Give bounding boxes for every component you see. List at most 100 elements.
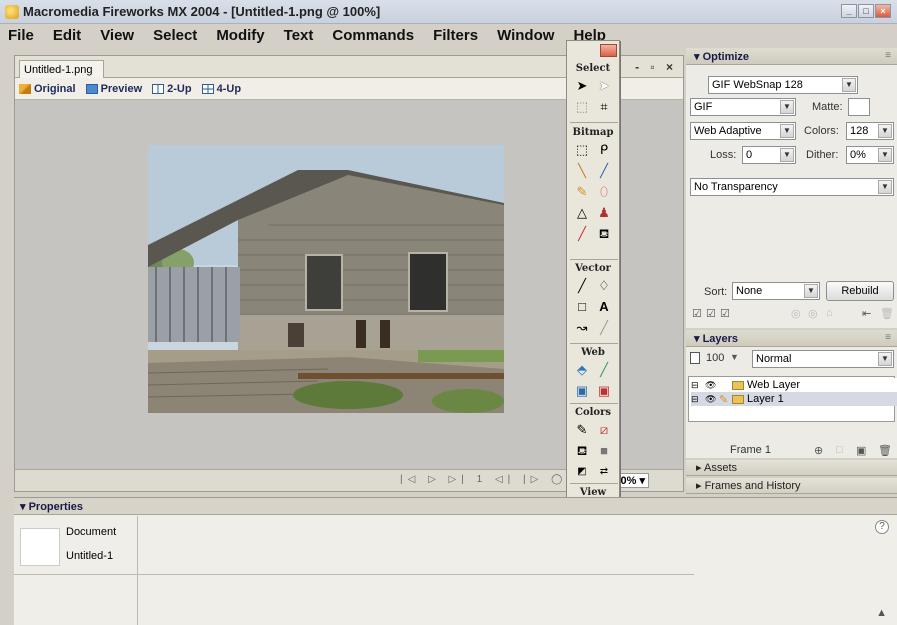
dither-select[interactable]: 0% ▼ xyxy=(846,146,894,164)
properties-panel-title: Properties xyxy=(28,501,83,513)
assets-panel-header[interactable]: ▸ Assets xyxy=(686,460,897,476)
stroke-color-icon[interactable]: ✎ xyxy=(573,421,591,438)
loss-value: 0 xyxy=(746,149,753,161)
menu-view[interactable]: View xyxy=(100,27,134,44)
loss-select[interactable]: 0 ▼ xyxy=(742,146,796,164)
layer-name[interactable]: Web Layer xyxy=(747,379,800,391)
tab-original[interactable]: Original xyxy=(19,83,76,95)
frames-history-panel-header[interactable]: ▸ Frames and History xyxy=(686,478,897,494)
layer-row-web[interactable]: ⊟ 👁︎ Web Layer xyxy=(691,378,897,392)
eyedropper-tool-icon[interactable]: ╱ xyxy=(573,225,591,242)
palette-transparent-icon[interactable]: ☑ xyxy=(720,307,730,320)
swap-colors-icon[interactable]: ⇄ xyxy=(595,463,613,480)
pen-tool-icon[interactable]: ♢ xyxy=(595,277,613,294)
menu-commands[interactable]: Commands xyxy=(332,27,414,44)
sort-select[interactable]: None ▼ xyxy=(732,282,820,300)
eye-icon[interactable]: 👁︎ xyxy=(705,394,719,405)
slice-tool-icon[interactable]: ╱ xyxy=(595,361,613,378)
divider xyxy=(14,574,694,575)
document-tab[interactable]: Untitled-1.png xyxy=(19,60,104,78)
text-tool-icon[interactable]: A xyxy=(595,298,613,315)
optimize-panel-header[interactable]: ▾ Optimize ≡ xyxy=(686,48,897,65)
colors-select[interactable]: 128 ▼ xyxy=(846,122,894,140)
rubber-stamp-tool-icon[interactable]: ♟ xyxy=(595,204,613,221)
frames-history-panel-title: Frames and History xyxy=(704,480,801,492)
menu-edit[interactable]: Edit xyxy=(53,27,81,44)
duplicate-layer-icon[interactable]: ▣ xyxy=(856,444,866,457)
subselection-tool-icon[interactable]: ➤ xyxy=(595,77,613,94)
chevron-down-icon: ▼ xyxy=(878,180,892,194)
tools-panel-close-button[interactable] xyxy=(600,44,617,57)
expand-icon[interactable]: ⊟ xyxy=(691,394,705,405)
pointer-tool-icon[interactable]: ➤ xyxy=(573,77,591,94)
chevron-down-icon: ▼ xyxy=(780,100,794,114)
optimize-preset-select[interactable]: GIF WebSnap 128 ▼ xyxy=(708,76,858,94)
menu-file[interactable]: File xyxy=(8,27,34,44)
brush-tool-icon[interactable]: ╱ xyxy=(595,162,613,179)
eraser-tool-icon[interactable]: ⬯ xyxy=(595,183,613,200)
magic-wand-tool-icon[interactable]: ╲ xyxy=(573,162,591,179)
opacity-dropdown-icon[interactable]: ▼ xyxy=(730,352,739,362)
sort-label: Sort: xyxy=(704,286,728,298)
menu-filters[interactable]: Filters xyxy=(433,27,478,44)
minimize-button[interactable]: _ xyxy=(841,4,857,18)
scale-tool-icon[interactable]: ⬚ xyxy=(573,98,591,115)
expand-panel-icon[interactable]: ▲ xyxy=(876,607,887,619)
new-sublayer-icon[interactable]: ⊕ xyxy=(814,444,823,457)
knife-tool-icon[interactable]: ╱ xyxy=(595,319,613,336)
stroke-swatch-icon[interactable]: ⧄ xyxy=(595,421,613,438)
tab-4up[interactable]: 4-Up xyxy=(201,83,241,95)
help-icon[interactable]: ? xyxy=(875,520,889,534)
menu-window[interactable]: Window xyxy=(497,27,554,44)
crop-tool-icon[interactable]: ⌗ xyxy=(595,98,613,115)
layer-row-layer1[interactable]: ⊟ 👁︎ ✎ Layer 1 xyxy=(691,392,897,406)
eye-icon[interactable]: 👁︎ xyxy=(705,380,719,391)
panel-options-icon[interactable]: ≡ xyxy=(885,50,891,61)
format-select[interactable]: GIF ▼ xyxy=(690,98,796,116)
layers-panel-header[interactable]: ▾ Layers ≡ xyxy=(686,330,897,347)
paint-bucket-tool-icon[interactable]: ⛾ xyxy=(595,225,613,242)
freeform-tool-icon[interactable]: ↝ xyxy=(573,319,591,336)
properties-panel-header[interactable]: ▾ Properties xyxy=(14,498,897,515)
optimize-panel-title: Optimize xyxy=(702,51,750,63)
maximize-button[interactable]: □ xyxy=(858,4,874,18)
line-tool-icon[interactable]: ╱ xyxy=(573,277,591,294)
palette-lock-icon[interactable]: ☑ xyxy=(706,307,716,320)
palette-load-icon[interactable]: ⇤ xyxy=(862,307,871,320)
rebuild-button[interactable]: Rebuild xyxy=(826,281,894,301)
palette-value: Web Adaptive xyxy=(694,125,762,137)
close-button[interactable]: × xyxy=(875,4,891,18)
palette-edit-icon[interactable]: ☑ xyxy=(692,307,702,320)
tab-2up[interactable]: 2-Up xyxy=(152,83,192,95)
tab-preview[interactable]: Preview xyxy=(85,83,142,95)
hotspot-tool-icon[interactable]: ⬘ xyxy=(573,361,591,378)
blend-mode-select[interactable]: Normal ▼ xyxy=(752,350,894,368)
document-window-controls[interactable]: - ▫ × xyxy=(635,60,677,74)
palette-select[interactable]: Web Adaptive ▼ xyxy=(690,122,796,140)
menu-text[interactable]: Text xyxy=(284,27,314,44)
frame-playback-controls[interactable]: |◁ ▷ ▷| 1 ◁| |▷ ◯ xyxy=(400,474,567,485)
transparency-select[interactable]: No Transparency ▼ xyxy=(690,178,894,196)
pencil-tool-icon[interactable]: ✎ xyxy=(573,183,591,200)
panel-options-icon[interactable]: ≡ xyxy=(885,332,891,343)
marquee-tool-icon[interactable]: ⬚ xyxy=(573,141,591,158)
default-colors-icon[interactable]: ◩ xyxy=(573,463,591,480)
canvas-photo[interactable] xyxy=(148,145,504,413)
menu-select[interactable]: Select xyxy=(153,27,197,44)
frame-label[interactable]: Frame 1 xyxy=(730,444,771,456)
layer-name[interactable]: Layer 1 xyxy=(747,393,784,405)
expand-icon[interactable]: ⊟ xyxy=(691,380,705,391)
menu-modify[interactable]: Modify xyxy=(216,27,264,44)
tools-panel[interactable]: Select ➤ ➤ ⬚ ⌗ Bitmap ⬚ ᑭ ╲ ╱ ✎ ⬯ △ ♟ ╱ … xyxy=(566,40,620,548)
lasso-tool-icon[interactable]: ᑭ xyxy=(595,141,613,158)
rectangle-tool-icon[interactable]: □ xyxy=(573,298,591,315)
fill-color-icon[interactable]: ⛾ xyxy=(573,442,591,459)
show-slices-icon[interactable]: ▣ xyxy=(595,382,613,399)
fill-swatch-icon[interactable]: ■ xyxy=(595,442,613,459)
trash-icon[interactable]: 🗑︎ xyxy=(878,444,892,457)
hide-slices-icon[interactable]: ▣ xyxy=(573,382,591,399)
title-bar: Macromedia Fireworks MX 2004 - [Untitled… xyxy=(0,0,897,24)
matte-color-swatch[interactable] xyxy=(848,98,870,116)
blur-tool-icon[interactable]: △ xyxy=(573,204,591,221)
layer-opacity-value[interactable]: 100 xyxy=(706,352,724,364)
